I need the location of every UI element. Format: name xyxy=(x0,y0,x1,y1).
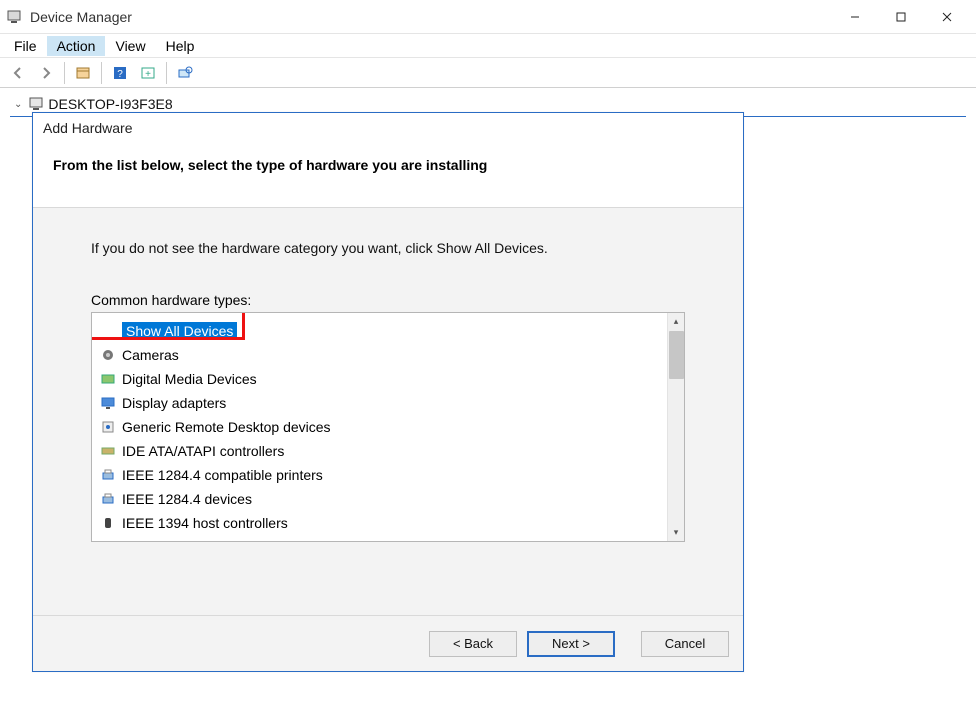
list-item[interactable]: IEEE 1284.4 devices xyxy=(96,487,680,511)
next-button[interactable]: Next > xyxy=(527,631,615,657)
list-item[interactable]: Cameras xyxy=(96,343,680,367)
firewire-icon xyxy=(100,515,116,531)
list-item[interactable]: IDE ATA/ATAPI controllers xyxy=(96,439,680,463)
tree-root-label: DESKTOP-I93F3E8 xyxy=(48,96,172,112)
window-title: Device Manager xyxy=(30,9,132,25)
printer-icon xyxy=(100,467,116,483)
chevron-down-icon: ⌄ xyxy=(14,99,22,110)
menu-file[interactable]: File xyxy=(4,36,47,56)
blank-icon xyxy=(100,323,116,339)
properties-icon[interactable] xyxy=(71,61,95,85)
dialog-title-label: Add Hardware xyxy=(43,120,133,136)
menu-view[interactable]: View xyxy=(105,36,155,56)
list-item[interactable]: IEEE 1284.4 compatible printers xyxy=(96,463,680,487)
list-item[interactable]: Generic Remote Desktop devices xyxy=(96,415,680,439)
scroll-thumb[interactable] xyxy=(669,331,684,379)
computer-icon xyxy=(28,96,44,112)
scrollbar[interactable]: ▴ ▾ xyxy=(667,313,684,541)
display-icon xyxy=(100,395,116,411)
menu-action[interactable]: Action xyxy=(47,36,106,56)
svg-text:+: + xyxy=(145,69,151,80)
list-item-label: Show All Devices xyxy=(122,322,237,340)
menubar: File Action View Help xyxy=(0,34,976,58)
list-item-label: IEEE 1284.4 devices xyxy=(122,491,252,507)
list-item-label: IDE ATA/ATAPI controllers xyxy=(122,443,284,459)
scan-hardware-icon[interactable] xyxy=(173,61,197,85)
list-item-label: Cameras xyxy=(122,347,179,363)
scroll-down-icon[interactable]: ▾ xyxy=(668,524,685,541)
list-item-show-all[interactable]: Show All Devices xyxy=(96,319,680,343)
listbox-label: Common hardware types: xyxy=(91,292,685,308)
list-item-label: Digital Media Devices xyxy=(122,371,257,387)
dialog-hint: If you do not see the hardware category … xyxy=(91,240,685,256)
list-item-label: IEEE 1284.4 compatible printers xyxy=(122,467,323,483)
back-icon[interactable] xyxy=(6,61,30,85)
svg-text:?: ? xyxy=(117,69,123,80)
toolbar-separator xyxy=(64,62,65,84)
hardware-types-listbox[interactable]: Show All Devices Cameras Digital Media D… xyxy=(91,312,685,542)
list-item[interactable]: IEEE 1394 host controllers xyxy=(96,511,680,535)
menu-help[interactable]: Help xyxy=(156,36,205,56)
dialog-heading: From the list below, select the type of … xyxy=(53,157,487,173)
cancel-button[interactable]: Cancel xyxy=(641,631,729,657)
dialog-header: From the list below, select the type of … xyxy=(33,143,743,208)
list-item-label: Generic Remote Desktop devices xyxy=(122,419,331,435)
dialog-title: Add Hardware xyxy=(33,113,743,143)
add-legacy-icon[interactable]: + xyxy=(136,61,160,85)
forward-icon[interactable] xyxy=(34,61,58,85)
remote-icon xyxy=(100,419,116,435)
back-button[interactable]: < Back xyxy=(429,631,517,657)
printer-icon xyxy=(100,491,116,507)
list-item-label: IEEE 1394 host controllers xyxy=(122,515,288,531)
list-item[interactable]: Display adapters xyxy=(96,391,680,415)
toolbar-separator xyxy=(101,62,102,84)
minimize-button[interactable] xyxy=(832,0,878,34)
window-titlebar: Device Manager xyxy=(0,0,976,34)
help-icon[interactable]: ? xyxy=(108,61,132,85)
ide-icon xyxy=(100,443,116,459)
device-manager-icon xyxy=(6,9,22,25)
close-button[interactable] xyxy=(924,0,970,34)
toolbar-separator xyxy=(166,62,167,84)
dialog-body: If you do not see the hardware category … xyxy=(33,208,743,615)
list-item-label: Display adapters xyxy=(122,395,226,411)
maximize-button[interactable] xyxy=(878,0,924,34)
toolbar: ? + xyxy=(0,58,976,88)
camera-icon xyxy=(100,347,116,363)
media-icon xyxy=(100,371,116,387)
add-hardware-dialog: Add Hardware From the list below, select… xyxy=(32,112,744,672)
scroll-up-icon[interactable]: ▴ xyxy=(668,313,685,330)
list-item[interactable]: Digital Media Devices xyxy=(96,367,680,391)
content-area: ⌄ DESKTOP-I93F3E8 Add Hardware From the … xyxy=(0,88,976,715)
dialog-footer: < Back Next > Cancel xyxy=(33,615,743,671)
